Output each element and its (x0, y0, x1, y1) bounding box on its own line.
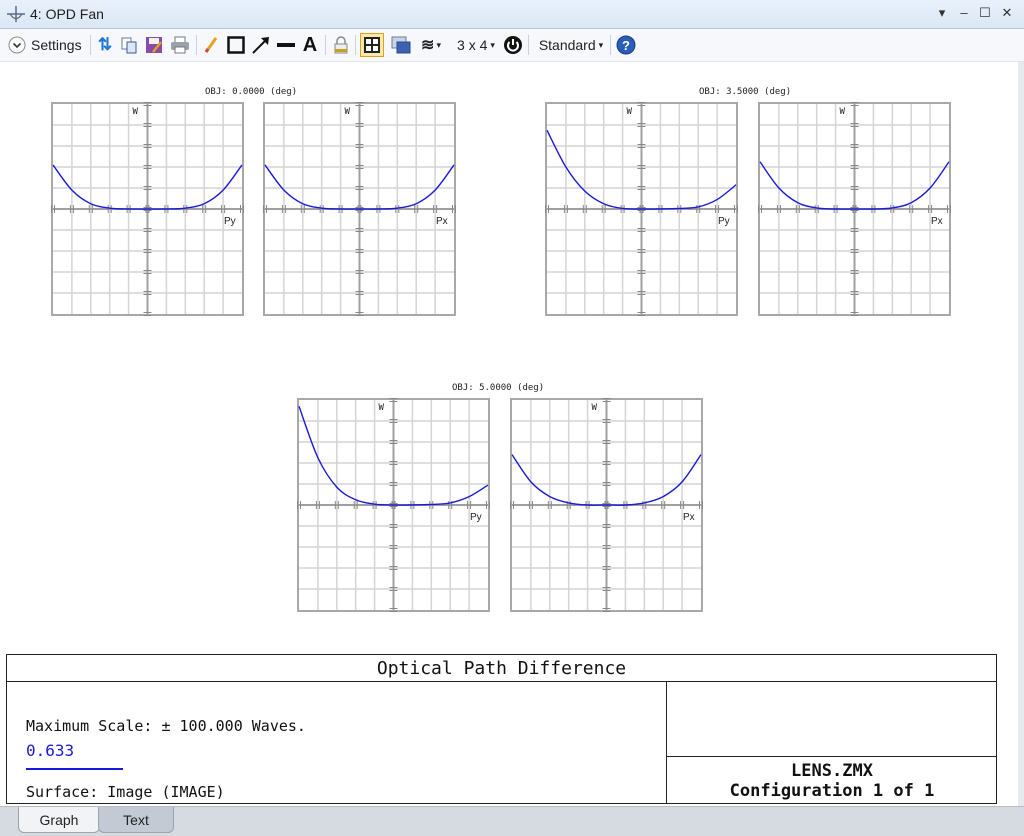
opd-plot: W Px (263, 102, 456, 316)
window-icon (391, 36, 411, 54)
plot-svg: W Py (297, 398, 490, 612)
plot-svg: W Px (758, 102, 951, 316)
x-axis-label: Py (718, 216, 730, 227)
plot-svg: W Px (263, 102, 456, 316)
y-axis-label: W (379, 403, 385, 413)
dropdown-arrow-icon: ▾ (436, 40, 441, 51)
opd-plot: W Py (297, 398, 490, 612)
y-axis-label: W (133, 107, 139, 117)
minimize-button[interactable]: – (956, 5, 972, 20)
layers-icon: ≋ (421, 35, 434, 55)
power-icon (503, 35, 523, 55)
chevron-circle-icon (8, 36, 26, 54)
draw-arrow-button[interactable] (250, 34, 272, 56)
info-title: Optical Path Difference (7, 655, 996, 682)
tab-text-label: Text (123, 812, 149, 828)
save-icon (145, 36, 163, 54)
tab-graph[interactable]: Graph (18, 807, 100, 833)
dropdown-arrow-icon: ▾ (490, 40, 495, 51)
layout-icon (363, 36, 381, 54)
x-axis-label: Px (931, 216, 943, 227)
x-axis-label: Py (224, 216, 236, 227)
standard-dropdown[interactable]: Standard▾ (535, 34, 607, 56)
line-icon (276, 36, 296, 54)
tab-text[interactable]: Text (98, 807, 174, 833)
copy-button[interactable] (119, 34, 139, 56)
opd-plot: W Py (51, 102, 244, 316)
x-axis-label: Py (470, 512, 482, 523)
window-title: 4: OPD Fan (30, 6, 104, 22)
refresh-button[interactable]: ⇅ (95, 34, 115, 56)
power-button[interactable] (502, 34, 524, 56)
vertical-scrollbar[interactable] (1018, 62, 1024, 806)
info-right-column: LENS.ZMX Configuration 1 of 1 (666, 681, 997, 803)
rectangle-icon (227, 36, 245, 54)
layout-grid-label: 3 x 4 (457, 37, 487, 53)
pencil-icon (203, 36, 219, 54)
help-button[interactable]: ? (615, 34, 637, 56)
x-axis-label: Px (436, 216, 448, 227)
y-axis-label: W (840, 107, 846, 117)
info-panel: Optical Path Difference Maximum Scale: ±… (6, 654, 997, 804)
plot-svg: W Py (545, 102, 738, 316)
max-scale-text: Maximum Scale: ± 100.000 Waves. (26, 717, 306, 735)
save-button[interactable] (144, 34, 164, 56)
print-icon (170, 36, 190, 54)
field-title-obj-0: OBJ: 0.0000 (deg) (205, 87, 297, 97)
layout-toggle-button[interactable] (360, 33, 384, 57)
svg-text:?: ? (622, 38, 630, 53)
title-bar: 4: OPD Fan ▾ – ☐ ✕ (0, 0, 1024, 29)
file-name: LENS.ZMX (667, 761, 997, 781)
field-title-obj-3-5: OBJ: 3.5000 (deg) (699, 87, 791, 97)
window-menu-dropdown-icon[interactable]: ▾ (934, 5, 950, 21)
toolbar: Settings ⇅ A ≋▾ 3 x 4▾ Standard▾ ? (0, 29, 1024, 62)
surface-text: Surface: Image (IMAGE) (26, 783, 225, 801)
view-tab-bar: Graph Text (0, 806, 1024, 836)
dropdown-arrow-icon: ▾ (599, 40, 604, 51)
wavelength-legend-line (26, 768, 123, 770)
tab-graph-label: Graph (40, 812, 79, 828)
window-button[interactable] (390, 34, 412, 56)
copy-icon (120, 36, 138, 54)
field-title-obj-5: OBJ: 5.0000 (deg) (452, 383, 544, 393)
file-info: LENS.ZMX Configuration 1 of 1 (667, 756, 997, 803)
standard-label: Standard (539, 37, 596, 53)
settings-label: Settings (31, 37, 82, 53)
opd-plot: W Px (510, 398, 703, 612)
print-button[interactable] (169, 34, 191, 56)
app-icon (6, 5, 26, 23)
draw-pencil-button[interactable] (202, 34, 220, 56)
y-axis-label: W (627, 107, 633, 117)
draw-rectangle-button[interactable] (226, 34, 246, 56)
wavelength-legend-label: 0.633 (26, 741, 74, 760)
layers-dropdown[interactable]: ≋▾ (416, 34, 446, 56)
help-icon: ? (616, 35, 636, 55)
layout-grid-dropdown[interactable]: 3 x 4▾ (453, 34, 499, 56)
lock-button[interactable] (332, 34, 350, 56)
opd-plot: W Py (545, 102, 738, 316)
settings-button[interactable]: Settings (8, 34, 88, 56)
plot-svg: W Py (51, 102, 244, 316)
draw-line-button[interactable] (275, 34, 297, 56)
text-icon: A (303, 34, 317, 57)
refresh-icon: ⇅ (98, 35, 112, 55)
draw-text-button[interactable]: A (300, 34, 320, 56)
arrow-icon (251, 36, 271, 54)
x-axis-label: Px (683, 512, 695, 523)
configuration-text: Configuration 1 of 1 (667, 781, 997, 801)
lock-icon (334, 36, 348, 54)
y-axis-label: W (345, 107, 351, 117)
maximize-button[interactable]: ☐ (977, 5, 993, 21)
close-button[interactable]: ✕ (999, 5, 1015, 21)
opd-plot: W Px (758, 102, 951, 316)
y-axis-label: W (592, 403, 598, 413)
plot-svg: W Px (510, 398, 703, 612)
